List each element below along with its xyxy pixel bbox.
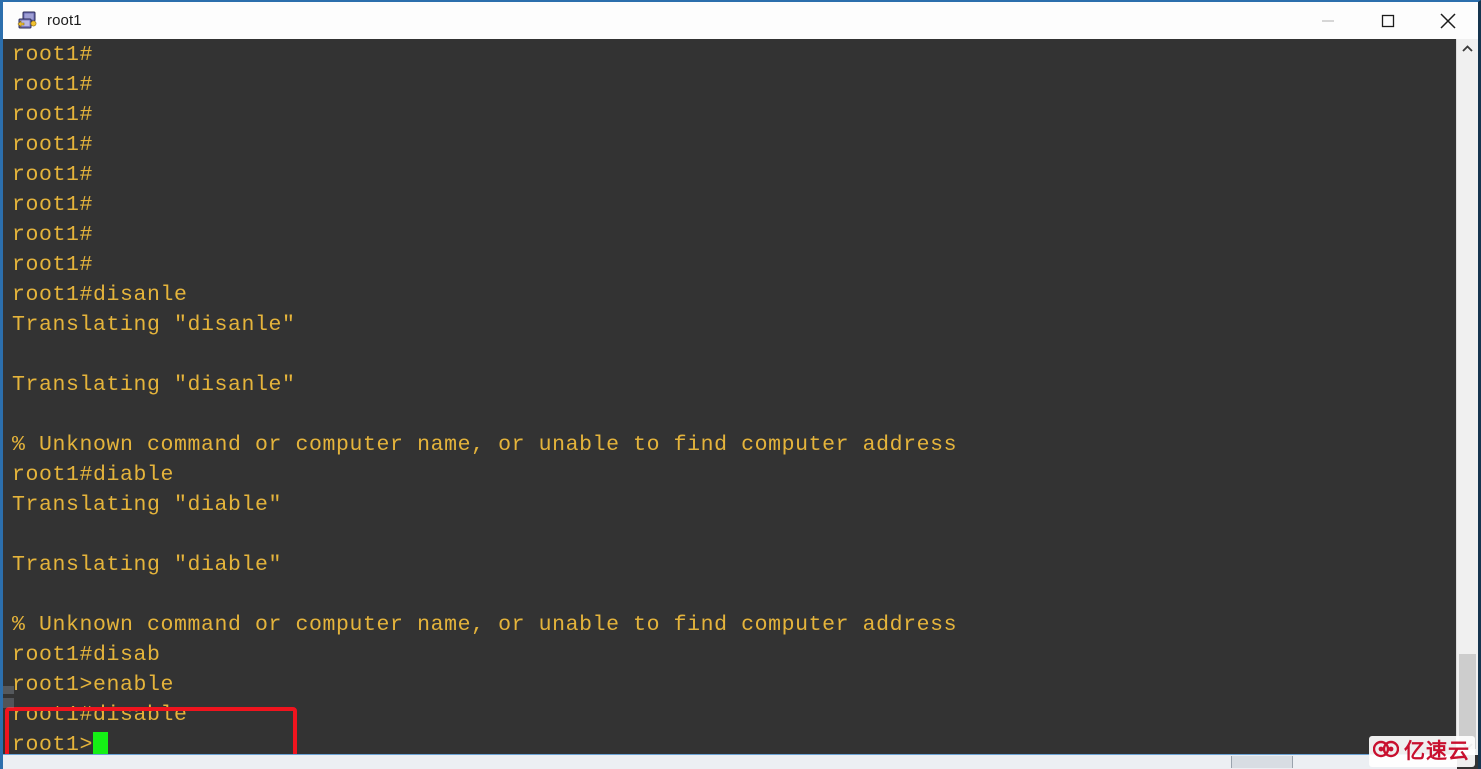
terminal-line: root1# [12, 133, 94, 157]
watermark: 亿速云 [1369, 736, 1475, 767]
terminal-line: root1# [12, 253, 94, 277]
terminal-window: root1 root1# root1# root1# root1# root1# root… [0, 0, 1481, 769]
terminal-text: root1# root1# root1# root1# root1# root1# root… [12, 40, 957, 760]
horizontal-scrollbar[interactable] [3, 754, 1457, 769]
terminal-line: root1# [12, 73, 94, 97]
maximize-button[interactable] [1358, 2, 1418, 39]
vertical-scrollbar[interactable] [1456, 39, 1478, 755]
terminal-line: root1# [12, 163, 94, 187]
terminal-line: root1# [12, 223, 94, 247]
terminal-line: root1>enable [12, 673, 175, 697]
remote-computer-icon [17, 10, 38, 31]
terminal-line: root1# [12, 193, 94, 217]
terminal-cursor [93, 732, 109, 754]
horizontal-scrollbar-thumb[interactable] [1231, 756, 1293, 768]
watermark-text: 亿速云 [1404, 739, 1470, 763]
scroll-up-button[interactable] [1457, 39, 1478, 58]
cloud-logo-icon [1372, 738, 1400, 765]
minimize-icon [1322, 19, 1334, 22]
chevron-up-icon [1462, 44, 1473, 52]
window-title: root1 [47, 12, 82, 29]
terminal-line: root1#diable [12, 463, 175, 487]
terminal-line: root1#disab [12, 643, 161, 667]
terminal-line: Translating "disanle" [12, 313, 296, 337]
close-icon [1440, 12, 1456, 29]
terminal-line: root1# [12, 43, 94, 67]
title-bar[interactable]: root1 [3, 2, 1478, 39]
terminal-line: Translating "disanle" [12, 373, 296, 397]
close-button[interactable] [1418, 2, 1478, 39]
terminal-line: % Unknown command or computer name, or u… [12, 613, 958, 637]
vertical-scrollbar-thumb[interactable] [1459, 654, 1476, 749]
maximize-icon [1381, 14, 1395, 27]
terminal-line: Translating "diable" [12, 553, 283, 577]
terminal-line: root1# [12, 103, 94, 127]
minimize-button[interactable] [1298, 2, 1358, 39]
title-bar-left: root1 [3, 10, 1298, 31]
terminal-line: root1#disable [12, 703, 188, 727]
left-edge-artifact-icon [3, 684, 17, 712]
terminal-output-area[interactable]: root1# root1# root1# root1# root1# root1# root… [3, 39, 1478, 769]
terminal-line: % Unknown command or computer name, or u… [12, 433, 958, 457]
terminal-line: root1#disanle [12, 283, 188, 307]
terminal-line: Translating "diable" [12, 493, 283, 517]
